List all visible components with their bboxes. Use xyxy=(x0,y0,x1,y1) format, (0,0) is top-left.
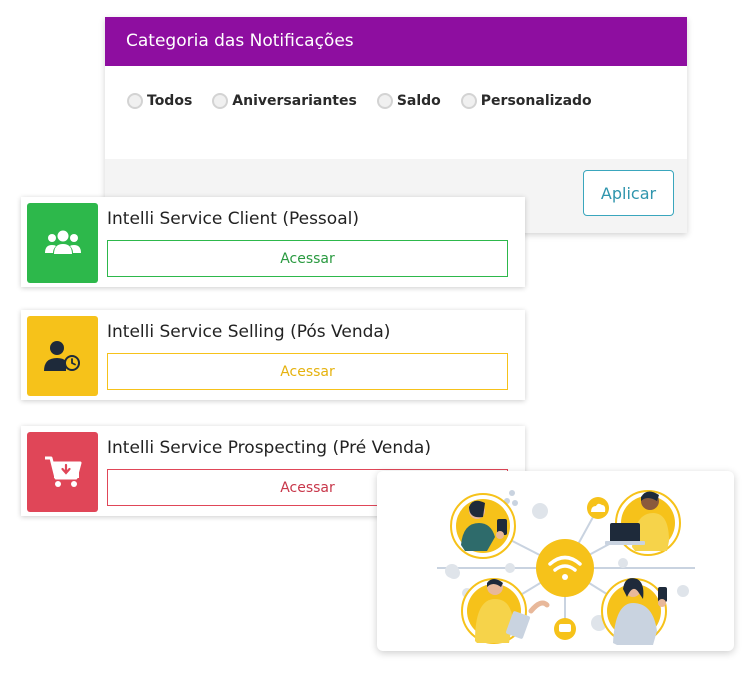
option-personalizado[interactable]: Personalizado xyxy=(460,93,592,109)
radio-circle-icon[interactable] xyxy=(460,93,477,109)
service-card-selling: Intelli Service Selling (Pós Venda) Aces… xyxy=(21,310,525,400)
apply-button[interactable]: Aplicar xyxy=(583,170,674,216)
service-title: Intelli Service Selling (Pós Venda) xyxy=(107,322,391,342)
radio-circle-icon[interactable] xyxy=(376,93,393,109)
panel-title: Categoria das Notificações xyxy=(105,17,687,66)
option-label: Personalizado xyxy=(480,93,592,109)
radio-circle-icon[interactable] xyxy=(127,93,143,109)
illustration-card xyxy=(377,471,734,651)
service-title: Intelli Service Prospecting (Pré Venda) xyxy=(107,438,431,458)
panel-body: Todos Aniversariantes Saldo Personalizad… xyxy=(105,66,687,159)
service-title: Intelli Service Client (Pessoal) xyxy=(107,209,359,229)
user-clock-icon xyxy=(27,316,98,396)
option-label: Saldo xyxy=(396,93,441,109)
option-todos[interactable]: Todos xyxy=(127,93,192,109)
category-options: Todos Aniversariantes Saldo Personalizad… xyxy=(127,93,612,109)
access-button[interactable]: Acessar xyxy=(107,240,508,277)
access-button[interactable]: Acessar xyxy=(107,353,508,390)
option-saldo[interactable]: Saldo xyxy=(376,93,441,109)
option-aniversariantes[interactable]: Aniversariantes xyxy=(212,93,357,109)
radio-circle-icon[interactable] xyxy=(212,93,229,109)
service-card-client: Intelli Service Client (Pessoal) Acessar xyxy=(21,197,525,287)
users-group-icon xyxy=(27,203,98,283)
connected-people-wifi-illustration xyxy=(437,490,695,645)
option-label: Aniversariantes xyxy=(232,93,357,109)
option-label: Todos xyxy=(147,93,193,109)
cart-download-icon xyxy=(27,432,98,512)
